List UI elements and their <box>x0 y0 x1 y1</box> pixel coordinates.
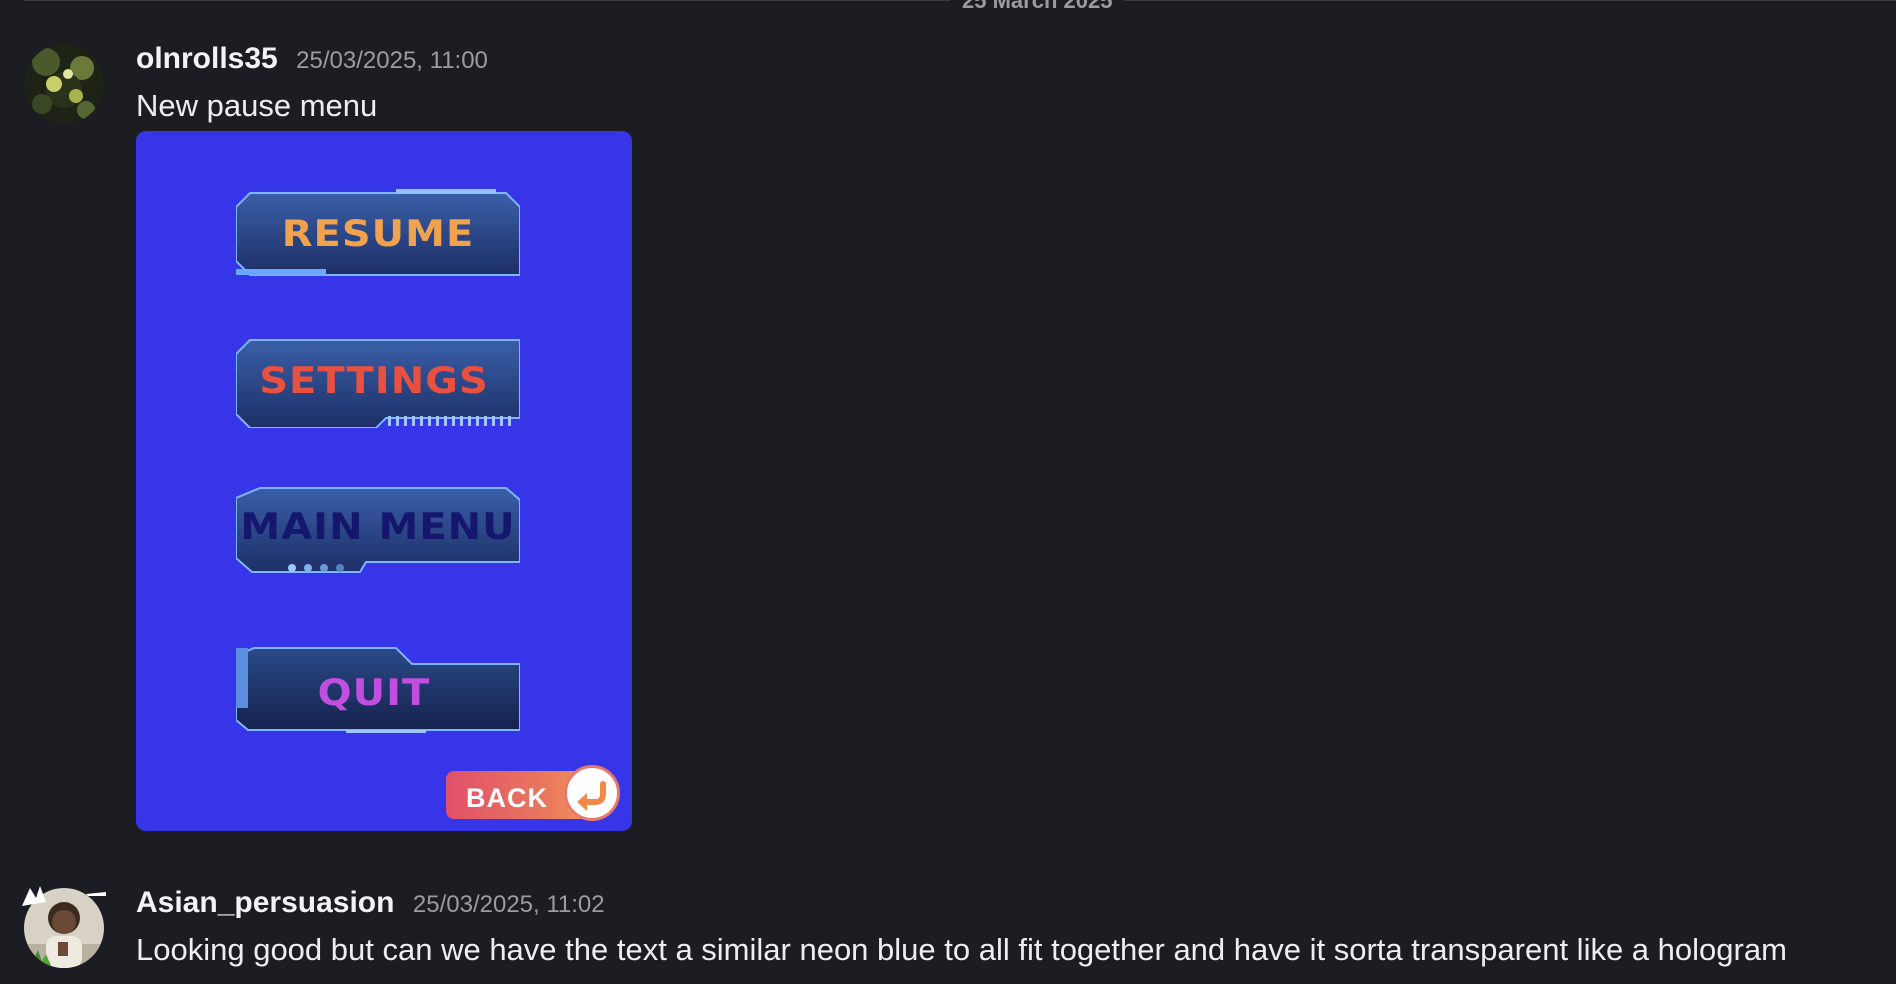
settings-button-graphic: SETTINGS <box>236 338 520 428</box>
resume-label: RESUME <box>281 212 475 256</box>
back-label: BACK <box>466 783 548 813</box>
quit-button-graphic: QUIT <box>236 646 520 736</box>
author-name[interactable]: Asian_persuasion <box>136 886 394 919</box>
quit-label: QUIT <box>317 671 431 715</box>
back-arrow-icon <box>564 765 620 821</box>
image-attachment[interactable]: RESUME SETTINGS MAIN MENU QUIT BACK <box>136 131 632 831</box>
message-text: New pause menu <box>136 88 378 123</box>
avatar[interactable] <box>24 44 104 124</box>
chat-channel: 25 March 2025 olnrolls35 25/03/2025, 11:… <box>0 0 1896 984</box>
main-menu-label: MAIN MENU <box>240 505 516 549</box>
message-text: Looking good but can we have the text a … <box>136 932 1787 967</box>
date-divider-label: 25 March 2025 <box>950 0 1125 12</box>
main-menu-button-graphic: MAIN MENU <box>236 486 520 576</box>
resume-button-graphic: RESUME <box>236 189 520 279</box>
timestamp: 25/03/2025, 11:02 <box>412 891 605 918</box>
avatar-decoration-icon <box>22 886 106 906</box>
back-button-graphic: BACK <box>446 763 626 827</box>
author-name[interactable]: olnrolls35 <box>136 42 278 75</box>
settings-label: SETTINGS <box>259 359 489 403</box>
timestamp: 25/03/2025, 11:00 <box>296 47 488 74</box>
